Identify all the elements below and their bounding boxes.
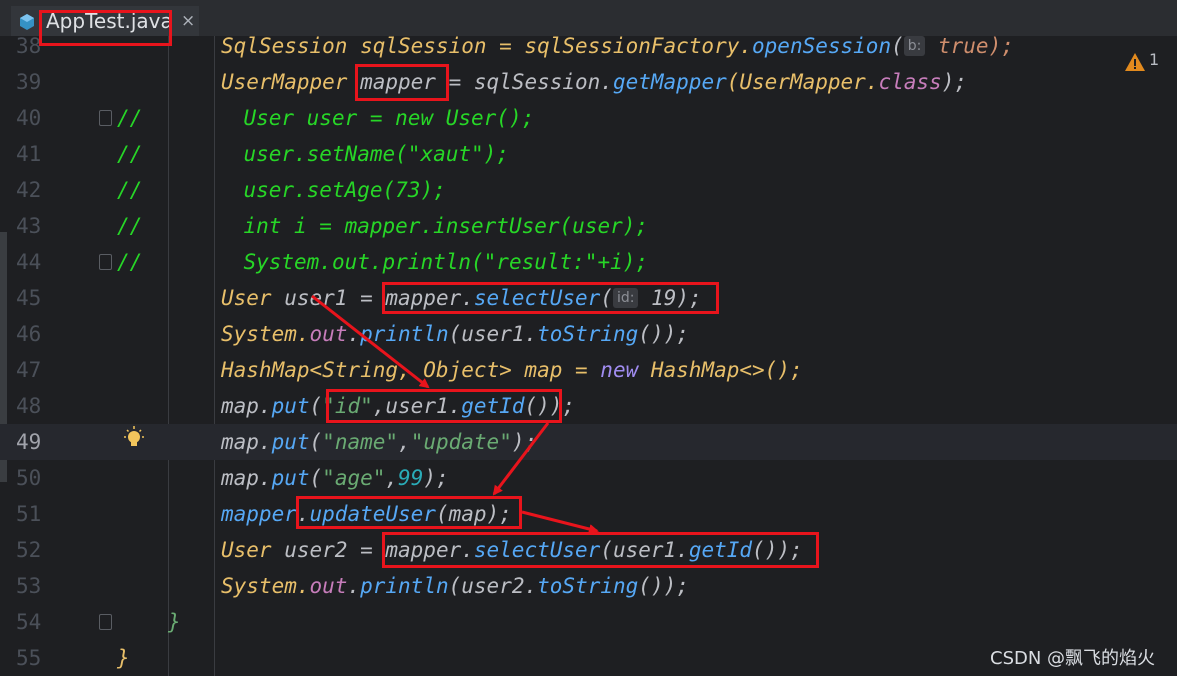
code-line-42: 42 // user.setAge(73); — [0, 172, 1177, 208]
lightbulb-icon[interactable] — [122, 426, 146, 450]
code-line-54: 54 } — [0, 604, 1177, 640]
line-number: 44 — [16, 250, 42, 274]
code-line-47: 47 HashMap<String, Object> map = new Has… — [0, 352, 1177, 388]
code-line-45: 45 User user1 = mapper.selectUser(id: 19… — [0, 280, 1177, 316]
code-line-43: 43 // int i = mapper.insertUser(user); — [0, 208, 1177, 244]
close-icon[interactable]: × — [181, 11, 195, 31]
line-number: 52 — [16, 538, 42, 562]
code-line-51: 51 mapper.updateUser(map); — [0, 496, 1177, 532]
line-number: 42 — [16, 178, 42, 202]
code-line-44: 44 // System.out.println("result:"+i); — [0, 244, 1177, 280]
code-text: User user2 = mapper.selectUser(user1.get… — [221, 538, 803, 562]
tab-title: AppTest.java — [46, 9, 173, 33]
comment-text: // user.setAge(73); — [117, 178, 446, 202]
code-text: map.put("age",99); — [221, 466, 449, 490]
parameter-hint: b: — [903, 36, 926, 56]
warning-icon[interactable] — [1124, 52, 1146, 72]
line-number: 46 — [16, 322, 42, 346]
code-text: UserMapper mapper = sqlSession.getMapper… — [221, 70, 967, 94]
line-number: 39 — [16, 70, 42, 94]
watermark: CSDN @飘飞的焰火 — [990, 648, 1156, 669]
closing-brace: } — [117, 646, 130, 670]
code-line-46: 46 System.out.println(user1.toString()); — [0, 316, 1177, 352]
fold-marker[interactable] — [99, 614, 112, 630]
line-number: 49 — [16, 430, 42, 454]
fold-marker[interactable] — [99, 110, 112, 126]
code-line-41: 41 // user.setName("xaut"); — [0, 136, 1177, 172]
code-line-49: 49 map.put("name","update"); — [0, 424, 1177, 460]
fold-marker[interactable] — [99, 254, 112, 270]
line-number: 45 — [16, 286, 42, 310]
line-number: 53 — [16, 574, 42, 598]
code-line-40: 40 // User user = new User(); — [0, 100, 1177, 136]
code-line-52: 52 User user2 = mapper.selectUser(user1.… — [0, 532, 1177, 568]
line-number: 51 — [16, 502, 42, 526]
line-number: 40 — [16, 106, 42, 130]
comment-text: // System.out.println("result:"+i); — [117, 250, 649, 274]
closing-brace: } — [168, 610, 181, 634]
line-number: 54 — [16, 610, 42, 634]
comment-text: // int i = mapper.insertUser(user); — [117, 214, 649, 238]
line-number: 38 — [16, 36, 42, 58]
comment-text: // User user = new User(); — [117, 106, 535, 130]
line-number: 47 — [16, 358, 42, 382]
warning-count[interactable]: 1 — [1149, 50, 1159, 69]
code-text: SqlSession sqlSession = sqlSessionFactor… — [221, 36, 1014, 58]
code-text: HashMap<String, Object> map = new HashMa… — [221, 358, 803, 382]
parameter-hint: id: — [612, 288, 639, 308]
code-text: map.put("name","update"); — [221, 430, 538, 454]
code-text: mapper.updateUser(map); — [221, 502, 512, 526]
line-number: 48 — [16, 394, 42, 418]
line-number: 50 — [16, 466, 42, 490]
line-number: 41 — [16, 142, 42, 166]
code-text: User user1 = mapper.selectUser(id: 19); — [221, 286, 702, 310]
line-number: 43 — [16, 214, 42, 238]
code-text: System.out.println(user2.toString()); — [221, 574, 689, 598]
code-text: map.put("id",user1.getId()); — [221, 394, 576, 418]
java-class-icon — [20, 14, 34, 30]
comment-text: // user.setName("xaut"); — [117, 142, 509, 166]
code-line-50: 50 map.put("age",99); — [0, 460, 1177, 496]
code-editor[interactable]: 38 SqlSession sqlSession = sqlSessionFac… — [0, 36, 1177, 676]
tab-apptest-java[interactable]: AppTest.java × — [11, 6, 199, 38]
code-line-39: 39 UserMapper mapper = sqlSession.getMap… — [0, 64, 1177, 100]
code-line-48: 48 map.put("id",user1.getId()); — [0, 388, 1177, 424]
code-line-53: 53 System.out.println(user2.toString()); — [0, 568, 1177, 604]
line-number: 55 — [16, 646, 42, 670]
code-line-38: 38 SqlSession sqlSession = sqlSessionFac… — [0, 36, 1177, 64]
code-text: System.out.println(user1.toString()); — [221, 322, 689, 346]
editor-tab-bar: AppTest.java × — [0, 0, 1177, 38]
